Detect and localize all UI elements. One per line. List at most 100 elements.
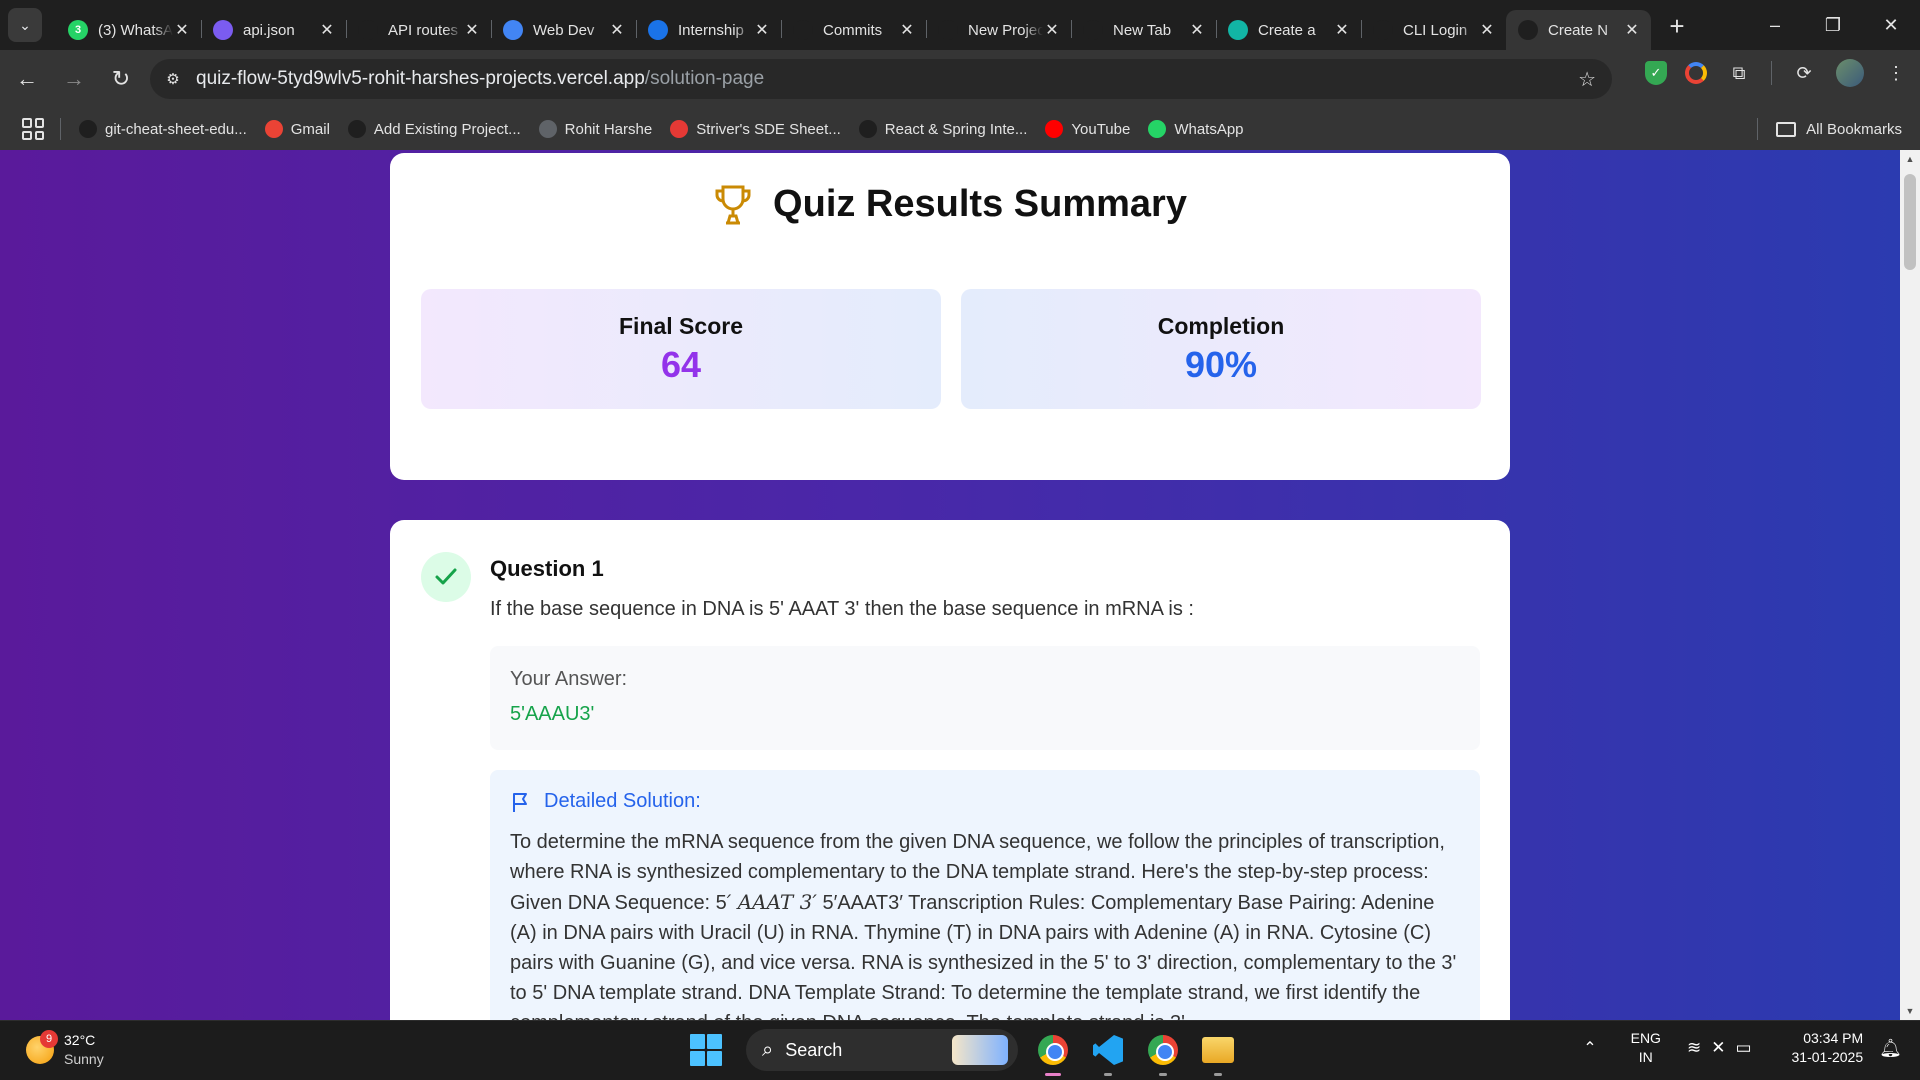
correct-check-icon — [421, 552, 471, 602]
completion-panel: Completion 90% — [961, 289, 1481, 409]
region-code: IN — [1638, 1049, 1653, 1065]
bookmark-item[interactable]: WhatsApp — [1148, 120, 1244, 138]
browser-tab[interactable]: Create N ✕ — [1506, 10, 1651, 50]
tuf-icon — [670, 120, 689, 138]
browser-tab[interactable]: Web Dev ✕ — [491, 10, 636, 50]
url-text[interactable]: quiz-flow-5tyd9wlv5-rohit-harshes-projec… — [196, 68, 764, 90]
browser-tab[interactable]: Commits ✕ — [781, 10, 926, 50]
browser-tab[interactable]: Create a ✕ — [1216, 10, 1361, 50]
bookmark-label: Rohit Harshe — [564, 120, 653, 138]
network-volume-battery-icons[interactable]: ≋✕▭ — [1687, 1038, 1762, 1058]
vercel-icon — [938, 20, 958, 40]
tab-title: (3) WhatsApp — [98, 21, 173, 39]
taskbar-file-explorer[interactable] — [1198, 1030, 1238, 1076]
reload-button[interactable]: ↻ — [101, 59, 141, 99]
scroll-up-icon[interactable]: ▲ — [1900, 150, 1920, 168]
notification-bell-icon[interactable]: 🔔︎ — [1879, 1038, 1902, 1059]
menu-kebab-icon[interactable]: ⋮ — [1882, 59, 1910, 87]
toolbar-divider — [1771, 61, 1772, 85]
browser-tab[interactable]: New Project ✕ — [926, 10, 1071, 50]
browser-tab[interactable]: api.json ✕ — [201, 10, 346, 50]
language-code: ENG — [1630, 1030, 1661, 1046]
close-window-button[interactable]: ✕ — [1862, 0, 1920, 50]
bookmark-item[interactable]: Rohit Harshe — [538, 120, 653, 138]
bookmark-item[interactable]: git-cheat-sheet-edu... — [79, 120, 247, 138]
bookmark-label: Striver's SDE Sheet... — [696, 120, 841, 138]
temperature: 32°C — [64, 1032, 96, 1048]
browser-tab[interactable]: CLI Login ✕ — [1361, 10, 1506, 50]
tab-close-icon[interactable]: ✕ — [898, 20, 916, 40]
scrollbar-thumb[interactable] — [1904, 174, 1916, 270]
tray-overflow-icon[interactable]: ⌃ — [1583, 1038, 1596, 1058]
taskbar-search[interactable]: ⌕ Search — [746, 1029, 1018, 1071]
profile-avatar[interactable] — [1836, 59, 1864, 87]
browser-tab[interactable]: 3 (3) WhatsApp✕ — [56, 10, 201, 50]
taskbar-chrome[interactable] — [1033, 1030, 1073, 1076]
doc-icon — [213, 20, 233, 40]
tab-title: Internship — [678, 21, 744, 39]
browser-tab[interactable]: New Tab ✕ — [1071, 10, 1216, 50]
clock[interactable]: 03:34 PM 31-01-2025 — [1792, 1029, 1864, 1067]
tab-close-icon[interactable]: ✕ — [608, 20, 626, 40]
completion-value: 90% — [1184, 344, 1258, 385]
page-scrollbar[interactable]: ▲ ▼ — [1900, 150, 1920, 1020]
restore-button[interactable]: ❐ — [1804, 0, 1862, 50]
system-tray: ⌃ ENG IN ≋✕▭ 03:34 PM 31-01-2025 🔔︎ — [1583, 1029, 1902, 1067]
bookmark-label: YouTube — [1071, 120, 1131, 138]
weather-badge: 9 — [40, 1030, 58, 1048]
browser-tab[interactable]: Internship ✕ — [636, 10, 781, 50]
language-indicator[interactable]: ENG IN — [1631, 1029, 1661, 1067]
tab-close-icon[interactable]: ✕ — [318, 20, 336, 40]
tab-close-icon[interactable]: ✕ — [1478, 20, 1496, 40]
address-bar[interactable]: ⚙ quiz-flow-5tyd9wlv5-rohit-harshes-proj… — [150, 59, 1612, 99]
bookmark-list: git-cheat-sheet-edu... Gmail Add Existing … — [61, 120, 1244, 138]
whatsapp-icon: 3 — [68, 20, 88, 40]
bookmark-item[interactable]: Striver's SDE Sheet... — [670, 120, 841, 138]
scroll-down-icon[interactable]: ▼ — [1900, 1002, 1920, 1020]
tab-search-button[interactable]: ⌄ — [8, 8, 42, 42]
completion-label: Completion — [1157, 313, 1285, 339]
tab-close-icon[interactable]: ✕ — [1333, 20, 1351, 40]
vscode-icon — [1093, 1035, 1123, 1065]
solution-math: ′ AAAT 3′ — [726, 890, 817, 914]
bookmark-label: git-cheat-sheet-edu... — [105, 120, 247, 138]
bookmark-label: WhatsApp — [1174, 120, 1244, 138]
all-bookmarks-button[interactable]: All Bookmarks — [1757, 118, 1902, 140]
your-answer-box: Your Answer: 5'AAAU3' — [490, 646, 1480, 750]
url-host: quiz-flow-5tyd9wlv5-rohit-harshes-projec… — [196, 68, 645, 89]
tab-close-icon[interactable]: ✕ — [753, 20, 771, 40]
browser-tab[interactable]: API routes ✕ — [346, 10, 491, 50]
weather-widget[interactable]: 9 32°C Sunny — [26, 1030, 104, 1069]
new-tab-button[interactable]: + — [1659, 8, 1695, 44]
tab-title: CLI Login — [1403, 21, 1468, 39]
openai-icon — [858, 120, 877, 138]
arrow-left-icon: ← — [16, 66, 38, 91]
bookmark-item[interactable]: Gmail — [264, 120, 330, 138]
site-info-icon[interactable]: ⚙ — [158, 64, 188, 94]
bookmark-item[interactable]: React & Spring Inte... — [858, 120, 1027, 138]
tab-close-icon[interactable]: ✕ — [1043, 20, 1061, 40]
bookmark-item[interactable]: YouTube — [1045, 120, 1130, 138]
taskbar-vscode[interactable] — [1088, 1030, 1128, 1076]
extension-ring-icon[interactable] — [1685, 62, 1707, 84]
apps-grid-icon[interactable] — [22, 118, 44, 140]
tab-close-icon[interactable]: ✕ — [463, 20, 481, 40]
search-highlight-image — [952, 1035, 1008, 1065]
back-button[interactable]: ← — [7, 59, 47, 99]
tabs: 3(3) WhatsApp✕api.json✕API routes✕Web De… — [56, 0, 1651, 50]
performance-icon[interactable]: ⟳ — [1790, 59, 1818, 87]
forward-button[interactable]: → — [54, 59, 94, 99]
tab-close-icon[interactable]: ✕ — [1623, 20, 1641, 40]
your-answer-value: 5'AAAU3' — [510, 703, 595, 725]
tab-close-icon[interactable]: ✕ — [173, 20, 191, 40]
bookmark-item[interactable]: Add Existing Project... — [347, 120, 521, 138]
google-docs-icon — [503, 20, 523, 40]
minimize-button[interactable]: – — [1746, 0, 1804, 50]
adblock-shield-icon[interactable]: ✓ — [1645, 61, 1667, 85]
bookmark-star-icon[interactable]: ☆ — [1578, 67, 1596, 92]
taskbar-center: ⌕ Search — [690, 1029, 1238, 1076]
extensions-puzzle-icon[interactable]: ⧉ — [1725, 59, 1753, 87]
windows-start-icon[interactable] — [690, 1034, 722, 1066]
tab-close-icon[interactable]: ✕ — [1188, 20, 1206, 40]
taskbar-chrome-profile[interactable] — [1143, 1030, 1183, 1076]
